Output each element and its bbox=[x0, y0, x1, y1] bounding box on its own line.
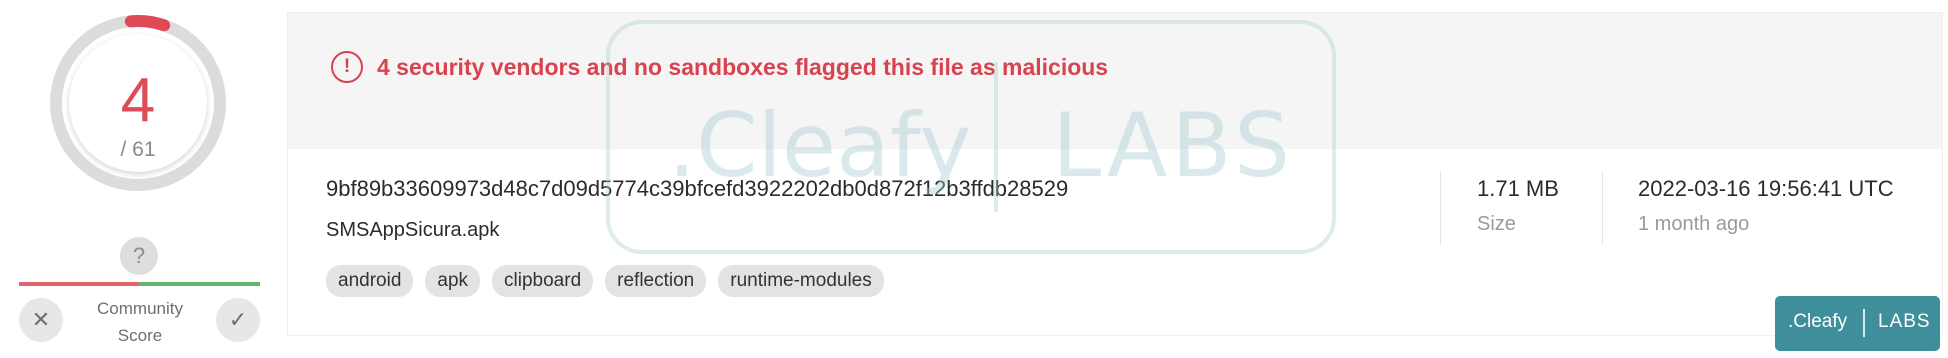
badge-separator bbox=[1863, 309, 1865, 337]
total-engines: / 61 bbox=[120, 138, 156, 161]
community-bar-positive bbox=[139, 282, 260, 286]
last-analysis-date: 2022-03-16 19:56:41 UTC bbox=[1638, 176, 1894, 201]
file-size-value: 1.71 MB bbox=[1477, 176, 1559, 201]
tag-list: android apk clipboard reflection runtime… bbox=[326, 265, 884, 297]
detection-score-ring: 4 / 61 bbox=[47, 12, 229, 194]
score-center: 4 / 61 bbox=[69, 34, 207, 172]
community-help-icon[interactable]: ? bbox=[120, 237, 158, 275]
detected-count: 4 bbox=[120, 66, 156, 135]
detection-alert-banner: ! 4 security vendors and no sandboxes fl… bbox=[288, 13, 1942, 149]
tag[interactable]: android bbox=[326, 265, 414, 297]
file-summary-card: ! 4 security vendors and no sandboxes fl… bbox=[287, 12, 1943, 336]
tag[interactable]: reflection bbox=[605, 265, 707, 297]
upvote-button[interactable]: ✓ bbox=[216, 298, 260, 342]
alert-message: 4 security vendors and no sandboxes flag… bbox=[377, 54, 1109, 80]
badge-labs: LABS bbox=[1878, 311, 1931, 332]
close-icon: ✕ bbox=[31, 307, 51, 332]
tag[interactable]: apk bbox=[425, 265, 481, 297]
file-hash[interactable]: 9bf89b33609973d48c7d09d5774c39bfcefd3922… bbox=[326, 176, 1068, 202]
cleafy-labs-badge: .Cleafy LABS bbox=[1775, 296, 1940, 351]
file-name: SMSAppSicura.apk bbox=[326, 219, 500, 241]
community-bar-negative bbox=[19, 282, 139, 286]
badge-brand: .Cleafy bbox=[1788, 311, 1848, 332]
divider bbox=[1440, 171, 1441, 245]
file-size-label: Size bbox=[1477, 213, 1516, 235]
divider bbox=[1602, 171, 1603, 245]
community-score-label: Community Score bbox=[97, 299, 183, 345]
last-analysis-relative: 1 month ago bbox=[1638, 213, 1750, 235]
tag[interactable]: runtime-modules bbox=[718, 265, 884, 297]
alert-icon: ! bbox=[331, 51, 363, 83]
tag[interactable]: clipboard bbox=[492, 265, 594, 297]
downvote-button[interactable]: ✕ bbox=[19, 298, 63, 342]
check-icon: ✓ bbox=[228, 307, 248, 332]
